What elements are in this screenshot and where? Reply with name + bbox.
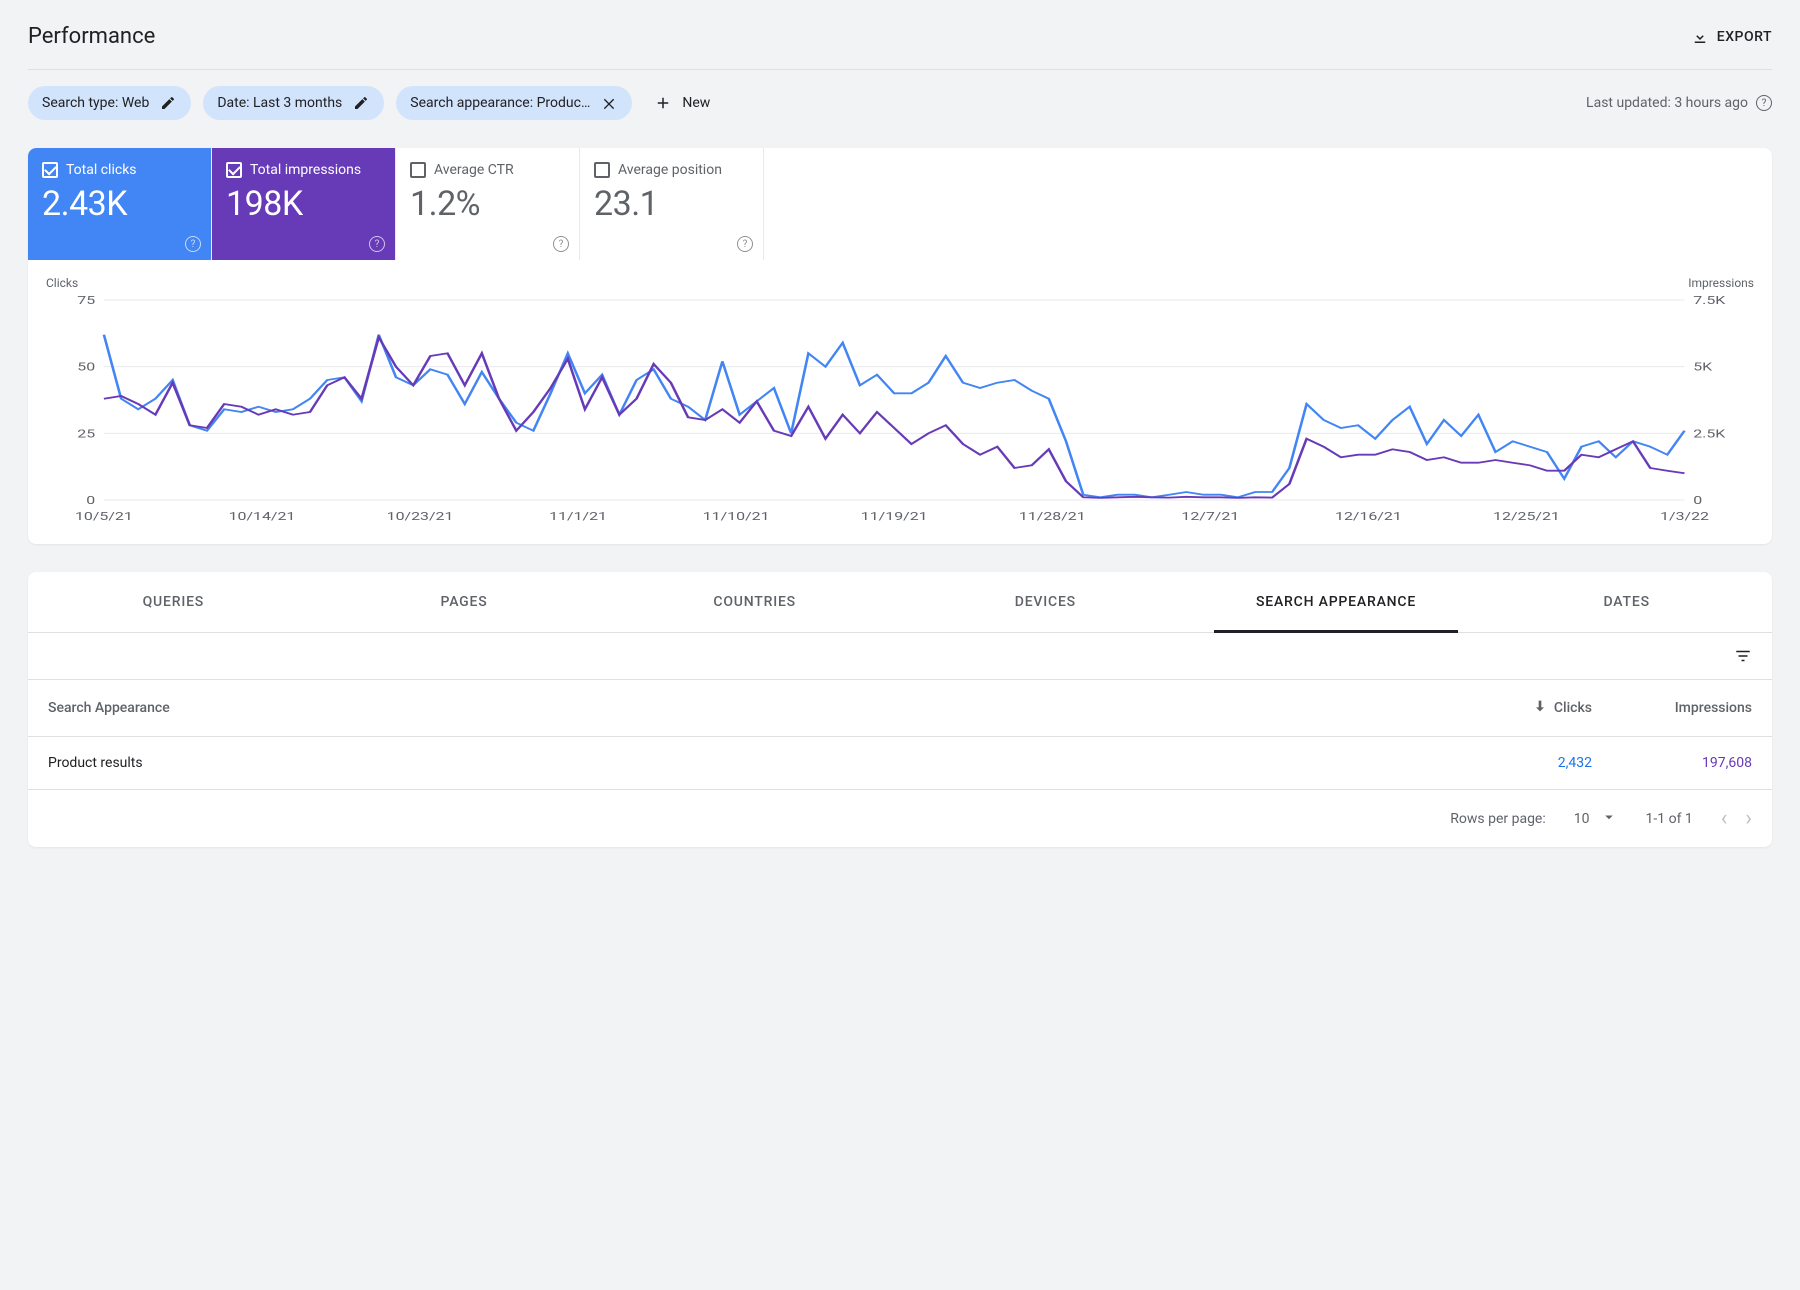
results-table: Search Appearance Clicks Impressions Pro… [28,679,1772,790]
prev-page-button[interactable]: ‹ [1721,806,1728,831]
metric-label: Average CTR [434,162,514,178]
metric-label: Average position [618,162,722,178]
left-axis-label: Clicks [46,276,78,290]
tab-queries[interactable]: QUERIES [28,572,319,632]
chip-label: Search type: Web [42,95,149,111]
help-icon[interactable]: ? [185,236,201,252]
cell-dimension: Product results [28,737,1452,790]
metric-value: 1.2% [410,184,565,224]
svg-text:75: 75 [77,294,95,307]
rows-per-page-value: 10 [1574,811,1590,827]
caret-down-icon [1600,808,1618,830]
checkbox-icon [226,162,242,178]
rows-per-page-label: Rows per page: [1450,811,1545,827]
chip-date[interactable]: Date: Last 3 months [203,86,384,120]
svg-text:11/10/21: 11/10/21 [703,510,770,523]
table-row[interactable]: Product results 2,432 197,608 [28,737,1772,790]
svg-text:5K: 5K [1693,361,1712,374]
tab-countries[interactable]: COUNTRIES [609,572,900,632]
metric-label: Total clicks [66,162,137,178]
svg-text:10/14/21: 10/14/21 [229,510,296,523]
cell-clicks: 2,432 [1452,737,1612,790]
metric-label: Total impressions [250,162,361,178]
help-icon[interactable]: ? [553,236,569,252]
rows-per-page-select[interactable]: 10 [1574,808,1618,830]
svg-text:10/23/21: 10/23/21 [387,510,454,523]
right-axis-label: Impressions [1688,276,1754,290]
svg-text:0: 0 [1693,494,1702,507]
close-icon[interactable] [600,94,618,112]
filter-list-icon[interactable] [1734,647,1752,665]
metric-value: 2.43K [42,184,197,224]
chip-search-appearance[interactable]: Search appearance: Produc… [396,86,632,120]
svg-text:12/25/21: 12/25/21 [1493,510,1560,523]
checkbox-icon [42,162,58,178]
col-clicks[interactable]: Clicks [1452,680,1612,737]
next-page-button[interactable]: › [1745,806,1752,831]
col-dimension[interactable]: Search Appearance [28,680,1452,737]
chip-label: Search appearance: Produc… [410,95,590,111]
filters-row: Search type: Web Date: Last 3 months Sea… [28,86,1772,120]
new-label: New [682,95,710,111]
results-card: QUERIESPAGESCOUNTRIESDEVICESSEARCH APPEA… [28,572,1772,847]
tab-pages[interactable]: PAGES [319,572,610,632]
pagination-range: 1-1 of 1 [1646,811,1693,827]
svg-text:0: 0 [86,494,95,507]
plus-icon [654,94,672,112]
svg-text:10/5/21: 10/5/21 [75,510,133,523]
col-clicks-label: Clicks [1554,700,1592,716]
metric-value: 198K [226,184,381,224]
pencil-icon [352,94,370,112]
svg-text:12/16/21: 12/16/21 [1335,510,1402,523]
time-series-chart[interactable]: 0 25 50 75 0 2.5K 5K 7.5K 10/5/21 10/14/21 10/23/2… [46,294,1754,524]
export-button[interactable]: EXPORT [1691,28,1772,46]
svg-text:11/1/21: 11/1/21 [549,510,607,523]
svg-text:1/3/22: 1/3/22 [1660,510,1709,523]
chip-search-type[interactable]: Search type: Web [28,86,191,120]
metric-tile-total-clicks[interactable]: Total clicks 2.43K ? [28,148,212,260]
cell-impressions: 197,608 [1612,737,1772,790]
last-updated-text: Last updated: 3 hours ago [1586,95,1748,111]
tab-dates[interactable]: DATES [1481,572,1772,632]
tab-devices[interactable]: DEVICES [900,572,1191,632]
metric-value: 23.1 [594,184,749,224]
svg-text:7.5K: 7.5K [1693,294,1726,307]
help-icon[interactable]: ? [1756,95,1772,111]
metric-tile-average-ctr[interactable]: Average CTR 1.2% ? [396,148,580,260]
checkbox-icon [410,162,426,178]
help-icon[interactable]: ? [737,236,753,252]
col-impressions[interactable]: Impressions [1612,680,1772,737]
chip-label: Date: Last 3 months [217,95,342,111]
svg-text:2.5K: 2.5K [1693,428,1726,441]
download-icon [1691,28,1709,46]
arrow-down-icon [1532,698,1548,718]
series-impressions [104,337,1685,498]
page-title: Performance [28,24,155,49]
svg-text:50: 50 [77,361,95,374]
checkbox-icon [594,162,610,178]
svg-text:12/7/21: 12/7/21 [1181,510,1239,523]
metric-tile-average-position[interactable]: Average position 23.1 ? [580,148,764,260]
tab-search-appearance[interactable]: SEARCH APPEARANCE [1191,572,1482,632]
last-updated: Last updated: 3 hours ago ? [1586,95,1772,111]
new-filter-button[interactable]: New [644,86,720,120]
svg-text:11/19/21: 11/19/21 [861,510,928,523]
performance-card: Total clicks 2.43K ? Total impressions 1… [28,148,1772,544]
series-clicks [104,335,1685,498]
metric-tile-total-impressions[interactable]: Total impressions 198K ? [212,148,396,260]
svg-text:11/28/21: 11/28/21 [1019,510,1086,523]
pencil-icon [159,94,177,112]
help-icon[interactable]: ? [369,236,385,252]
export-label: EXPORT [1717,29,1772,45]
svg-text:25: 25 [77,428,95,441]
